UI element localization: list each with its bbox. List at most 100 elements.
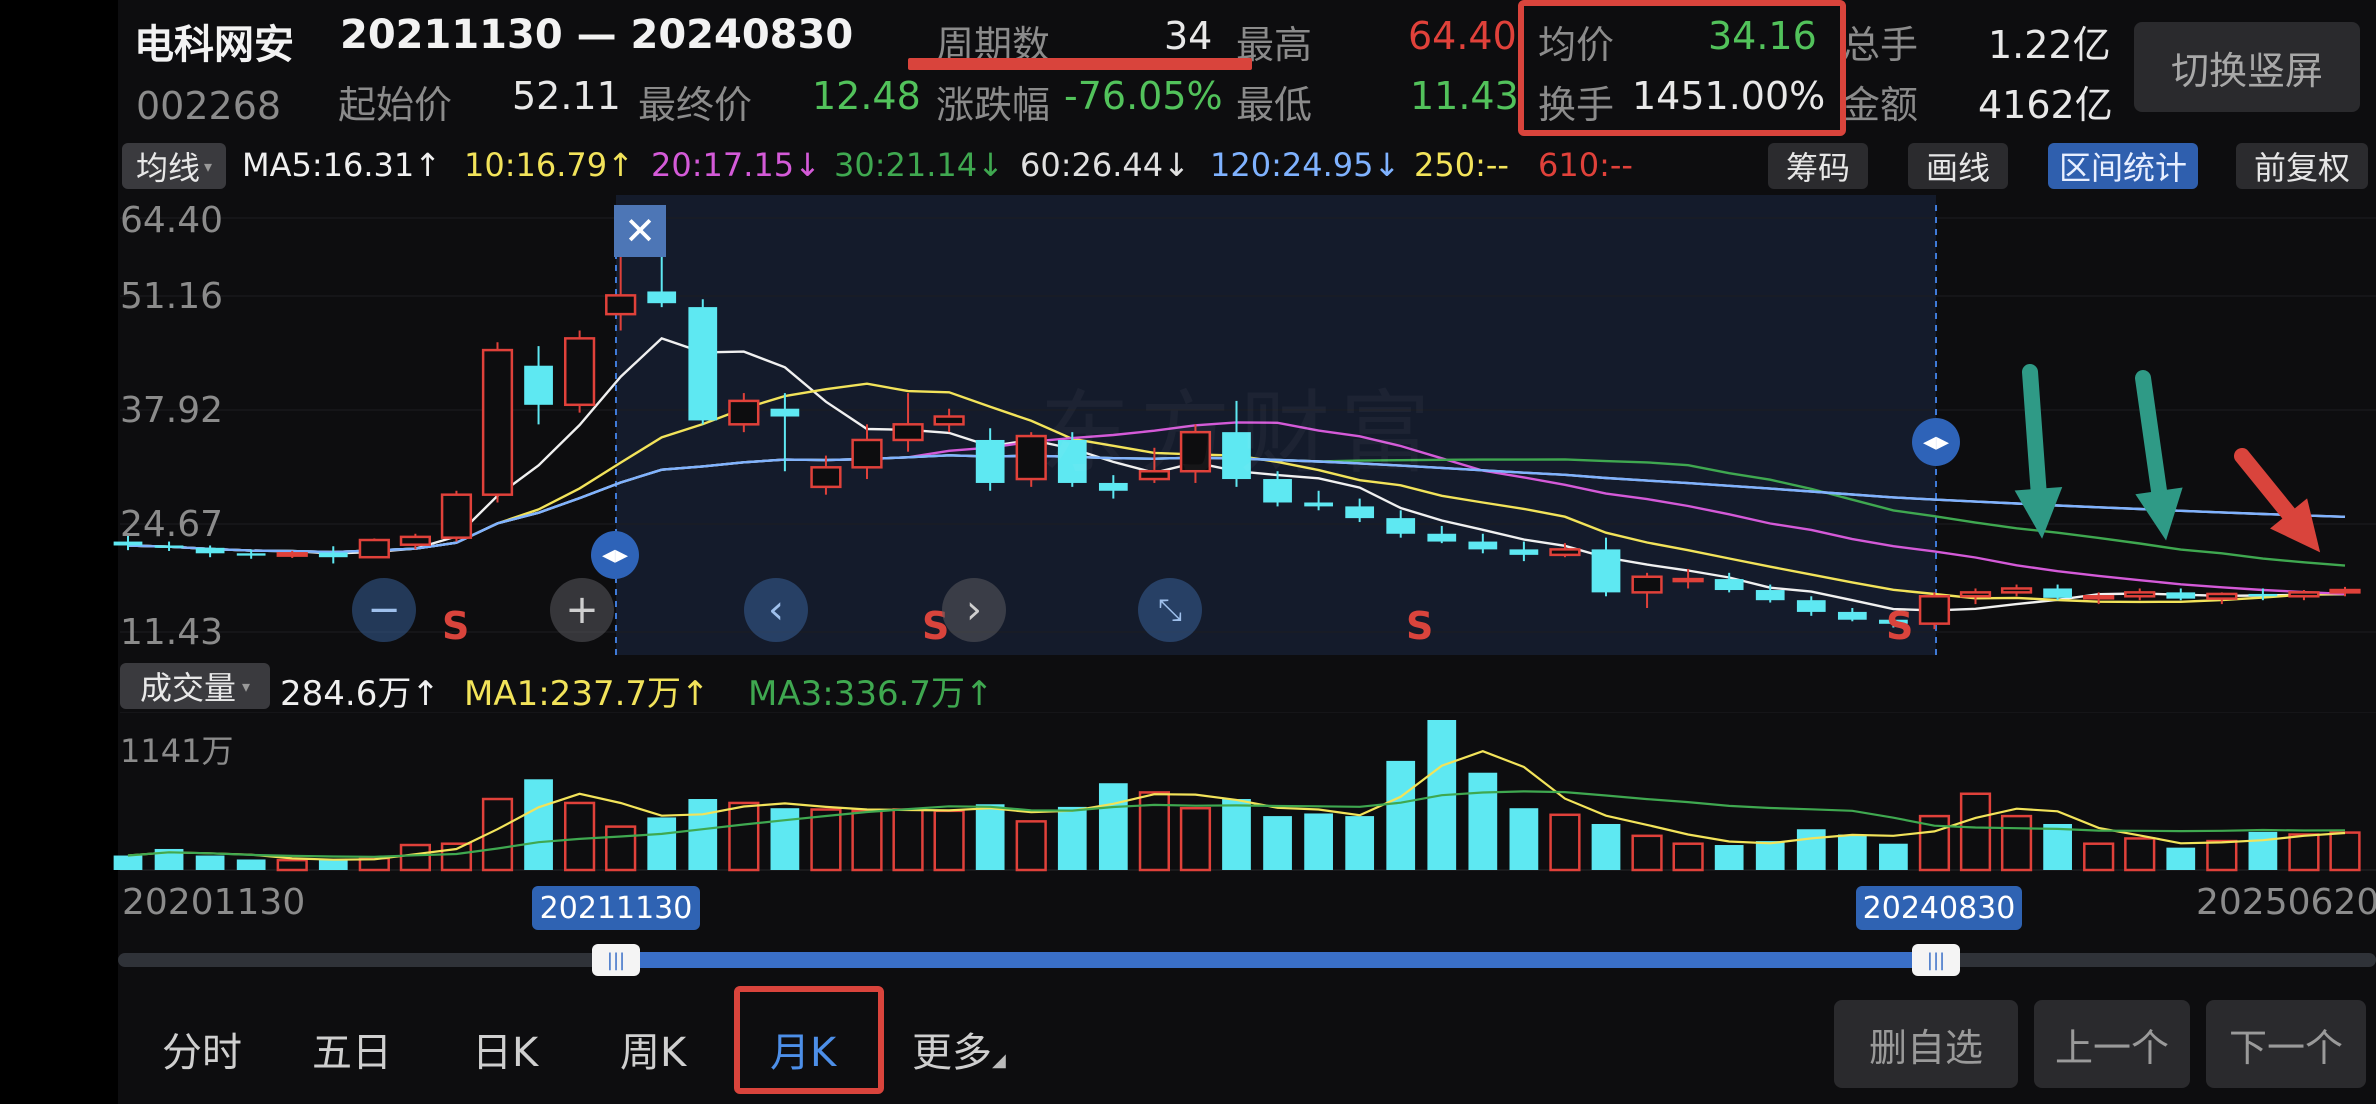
switch-portrait-button[interactable]: 切换竖屏 bbox=[2134, 22, 2360, 112]
volume-bar-down bbox=[1222, 799, 1251, 870]
range-slider-right-thumb[interactable]: ||| bbox=[1912, 944, 1960, 976]
volume-bar-up bbox=[933, 809, 965, 872]
candle-body-down bbox=[1714, 579, 1744, 591]
candle-body-up bbox=[605, 294, 637, 316]
volume-bar-down bbox=[1386, 760, 1416, 870]
volume-bar-up bbox=[563, 801, 596, 872]
volume-bar-down bbox=[113, 855, 143, 870]
price-axis-label: 37.92 bbox=[120, 390, 224, 431]
next-stock-button[interactable]: 下一个 bbox=[2206, 1000, 2366, 1088]
volume-bar-up bbox=[2083, 842, 2115, 872]
volume-bar-down bbox=[2166, 847, 2196, 870]
end-price-label: 最终价 bbox=[638, 83, 753, 127]
volume-bar-down bbox=[318, 859, 348, 870]
volume-bar-down bbox=[1057, 806, 1087, 870]
candle-body-down bbox=[1304, 502, 1333, 507]
volume-bar-down bbox=[2043, 823, 2072, 870]
volume-bar-down bbox=[688, 799, 718, 870]
volume-bar-down bbox=[770, 808, 800, 870]
candle-body-down bbox=[318, 552, 348, 558]
dropdown-arrow-icon: ▾ bbox=[203, 156, 213, 176]
timeline-start-date: 20201130 bbox=[122, 882, 306, 923]
volume-bar-down bbox=[1304, 813, 1333, 870]
volume-bar-up bbox=[851, 809, 883, 872]
candle-body-down bbox=[524, 365, 553, 405]
ma30-value: 30:21.14↓ bbox=[834, 146, 1004, 184]
volume-selector[interactable]: 成交量 ▾ bbox=[120, 663, 270, 709]
volume-bar-up bbox=[1015, 820, 1047, 872]
candle-body-down bbox=[1591, 549, 1621, 593]
pan-left-button[interactable]: ‹ bbox=[744, 578, 808, 642]
range-end-tag: 20240830 bbox=[1856, 886, 2022, 930]
volume-bar-down bbox=[1796, 829, 1826, 870]
candle-body-up bbox=[481, 348, 514, 496]
zoom-out-button[interactable]: − bbox=[352, 578, 416, 642]
volume-bar-up bbox=[2288, 833, 2320, 872]
candle-body-down bbox=[770, 408, 800, 417]
volume-bar-up bbox=[810, 808, 842, 872]
corner-arrow-icon: ◢ bbox=[992, 1050, 1006, 1071]
change-value: -76.05% bbox=[1064, 74, 1223, 118]
pan-right-button[interactable]: › bbox=[942, 578, 1006, 642]
remove-favorite-button[interactable]: 删自选 bbox=[1834, 1000, 2018, 1088]
ma-selector[interactable]: 均线 ▾ bbox=[122, 143, 226, 189]
volume-bar-down bbox=[1098, 783, 1128, 870]
candle-body-down bbox=[2043, 588, 2072, 598]
amount-value: 4162亿 bbox=[1978, 83, 2113, 127]
candle-body-up bbox=[2000, 587, 2033, 594]
low-value: 11.43 bbox=[1410, 74, 1519, 118]
timeline-end-date: 20250620 bbox=[2196, 882, 2376, 923]
ma10-value: 10:16.79↑ bbox=[464, 146, 634, 184]
forward-adjust-button[interactable]: 前复权 bbox=[2236, 143, 2368, 189]
range-slider-selected[interactable] bbox=[616, 952, 1936, 968]
volume-value: 284.6万↑ bbox=[280, 674, 440, 714]
dropdown-arrow-icon: ▾ bbox=[241, 676, 251, 696]
tab-more-label: 更多 bbox=[912, 1030, 992, 1076]
candle-body-down bbox=[1468, 541, 1498, 550]
tab-daily-k[interactable]: 日K bbox=[472, 1020, 538, 1078]
change-label: 涨跌幅 bbox=[936, 83, 1051, 127]
volume-bar-up bbox=[2124, 837, 2156, 872]
candle-body-up bbox=[1918, 595, 1951, 625]
sell-marker: S bbox=[442, 604, 470, 648]
tab-five-day[interactable]: 五日 bbox=[312, 1020, 392, 1078]
candle-body-down bbox=[2166, 592, 2196, 599]
candle-body-up bbox=[276, 552, 308, 557]
volume-bar-up bbox=[728, 801, 760, 872]
ma610-value: 610:-- bbox=[1538, 146, 1633, 184]
volume-bar-up bbox=[276, 858, 308, 872]
draw-line-button[interactable]: 画线 bbox=[1908, 143, 2008, 189]
tab-weekly-k[interactable]: 周K bbox=[620, 1020, 686, 1078]
chips-button[interactable]: 筹码 bbox=[1768, 143, 1868, 189]
price-axis-label: 64.40 bbox=[120, 200, 224, 241]
ma20-value: 20:17.15↓ bbox=[651, 146, 821, 184]
volume-bar-down bbox=[236, 859, 266, 870]
interval-stats-button[interactable]: 区间统计 bbox=[2048, 143, 2198, 189]
tab-intraday[interactable]: 分时 bbox=[162, 1020, 242, 1078]
volume-bar-down bbox=[1509, 808, 1539, 870]
volume-bar-down bbox=[975, 804, 1005, 870]
sell-marker: S bbox=[1886, 604, 1914, 648]
range-start-tag: 20211130 bbox=[532, 886, 700, 930]
candle-body-up bbox=[1672, 577, 1704, 583]
ma5-value: MA5:16.31↑ bbox=[242, 146, 442, 184]
candle-body-up bbox=[1631, 575, 1663, 594]
candle-body-down bbox=[236, 553, 266, 556]
range-slider-left-thumb[interactable]: ||| bbox=[592, 944, 640, 976]
range-right-handle-icon[interactable]: ◂▸ bbox=[1912, 418, 1960, 466]
candle-body-up bbox=[2206, 592, 2238, 600]
candle-body-down bbox=[1345, 506, 1375, 519]
stock-code: 002268 bbox=[136, 84, 282, 128]
tab-more[interactable]: 更多◢ bbox=[912, 1020, 1006, 1078]
close-range-button[interactable]: ✕ bbox=[614, 205, 666, 257]
candle-body-up bbox=[358, 538, 390, 559]
collapse-icon[interactable]: ⤡ bbox=[1138, 578, 1202, 642]
candle-body-down bbox=[195, 547, 225, 554]
high-value: 64.40 bbox=[1408, 14, 1517, 58]
previous-stock-button[interactable]: 上一个 bbox=[2034, 1000, 2190, 1088]
zoom-in-button[interactable]: + bbox=[550, 578, 614, 642]
volume-bar-up bbox=[440, 842, 473, 872]
range-left-handle-icon[interactable]: ◂▸ bbox=[591, 531, 639, 579]
volume-bar-down bbox=[524, 779, 553, 870]
start-price-label: 起始价 bbox=[338, 83, 453, 127]
